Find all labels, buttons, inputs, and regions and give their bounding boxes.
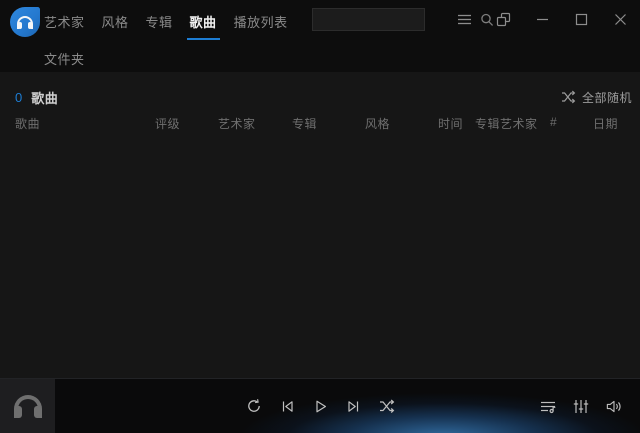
shuffle-icon xyxy=(561,90,576,104)
menu-icon[interactable] xyxy=(456,11,473,28)
column-header-genre[interactable]: 风格 xyxy=(365,115,438,133)
shuffle-icon[interactable] xyxy=(377,397,395,415)
search-box xyxy=(312,8,425,31)
app-window: 艺术家 风格 专辑 歌曲 播放列表 文件夹 xyxy=(0,0,640,433)
tab-playlists-label: 播放列表 xyxy=(234,15,288,30)
headphones-icon xyxy=(17,16,33,29)
tab-artists[interactable]: 艺术家 xyxy=(44,12,85,40)
volume-icon[interactable] xyxy=(605,397,623,415)
previous-icon[interactable] xyxy=(278,397,296,415)
switch-window-icon[interactable] xyxy=(495,11,512,28)
minimize-icon[interactable] xyxy=(534,11,551,28)
tab-genres[interactable]: 风格 xyxy=(102,12,129,40)
titlebar: 艺术家 风格 专辑 歌曲 播放列表 文件夹 xyxy=(0,0,640,72)
search-input[interactable] xyxy=(313,9,479,30)
tab-albums-label: 专辑 xyxy=(146,15,173,30)
song-count: 0 xyxy=(15,90,22,105)
tab-folders-label: 文件夹 xyxy=(44,52,85,67)
tab-albums[interactable]: 专辑 xyxy=(146,12,173,40)
active-tab-underline xyxy=(187,38,220,40)
column-header-album[interactable]: 专辑 xyxy=(292,115,365,133)
column-header-album-artist[interactable]: 专辑艺术家 xyxy=(475,115,550,133)
shuffle-all-button[interactable]: 全部随机 xyxy=(561,89,632,106)
song-count-label: 歌曲 xyxy=(31,88,58,107)
column-header-duration[interactable]: 时间 xyxy=(438,115,475,133)
app-logo-icon xyxy=(10,7,40,37)
maximize-icon[interactable] xyxy=(573,11,590,28)
column-header-date[interactable]: 日期 xyxy=(593,115,640,133)
next-icon[interactable] xyxy=(344,397,362,415)
column-header-artist[interactable]: 艺术家 xyxy=(218,115,292,133)
column-header-rating[interactable]: 评级 xyxy=(155,115,218,133)
window-controls xyxy=(456,11,629,28)
songs-page: 0 歌曲 全部随机 歌曲 评级 艺术家 专辑 风格 时间 专辑艺术家 # 日期 xyxy=(0,72,640,378)
tab-songs[interactable]: 歌曲 xyxy=(190,12,217,40)
tab-playlists[interactable]: 播放列表 xyxy=(234,12,288,40)
status-row: 0 歌曲 全部随机 xyxy=(15,89,632,105)
shuffle-all-label: 全部随机 xyxy=(582,89,632,106)
close-icon[interactable] xyxy=(612,11,629,28)
tab-genres-label: 风格 xyxy=(102,15,129,30)
repeat-icon[interactable] xyxy=(245,397,263,415)
main-nav: 艺术家 风格 专辑 歌曲 播放列表 xyxy=(44,12,288,40)
table-header-row: 歌曲 评级 艺术家 专辑 风格 时间 专辑艺术家 # 日期 xyxy=(15,115,640,133)
column-header-song[interactable]: 歌曲 xyxy=(15,115,155,133)
tab-songs-label: 歌曲 xyxy=(190,15,217,30)
secondary-controls xyxy=(539,379,623,433)
equalizer-icon[interactable] xyxy=(572,397,590,415)
tab-artists-label: 艺术家 xyxy=(44,15,85,30)
tab-folders[interactable]: 文件夹 xyxy=(44,49,85,68)
column-header-track-number[interactable]: # xyxy=(550,115,593,133)
player-bar xyxy=(0,378,640,433)
play-icon[interactable] xyxy=(311,397,329,415)
queue-icon[interactable] xyxy=(539,397,557,415)
